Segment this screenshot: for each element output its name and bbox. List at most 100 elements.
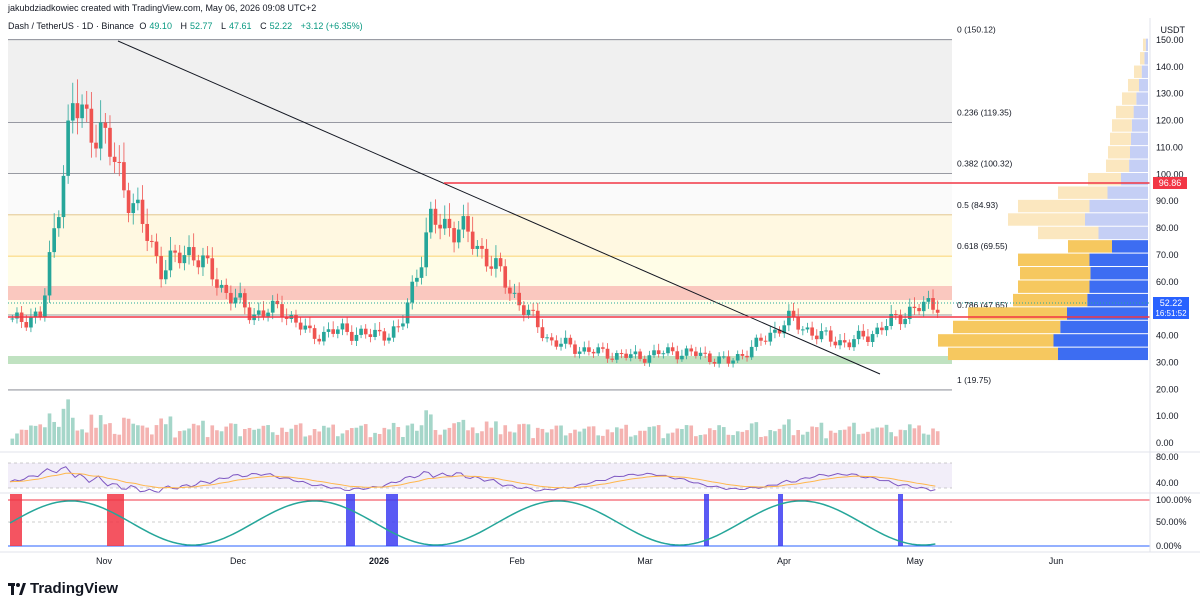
candle-body bbox=[522, 305, 526, 315]
volume-bar bbox=[33, 425, 38, 445]
candle-body bbox=[740, 354, 745, 356]
candle-body bbox=[131, 203, 136, 214]
vp-bar-yellow bbox=[1143, 38, 1146, 52]
candle-body bbox=[591, 351, 596, 354]
volume-bar bbox=[522, 423, 526, 445]
candle-body bbox=[336, 329, 340, 334]
candle-body bbox=[182, 255, 187, 264]
price-tick: 20.00 bbox=[1156, 384, 1179, 394]
volume-bar bbox=[796, 430, 800, 445]
volume-bar bbox=[368, 437, 373, 445]
volume-bar bbox=[391, 422, 396, 445]
volume-bar bbox=[642, 430, 647, 445]
volume-bar bbox=[680, 429, 684, 445]
price-axis[interactable]: 150.00140.00130.00120.00110.00100.0090.0… bbox=[1156, 35, 1184, 448]
candle-body bbox=[735, 354, 740, 361]
volume-bar bbox=[322, 425, 326, 445]
volume-bar bbox=[666, 433, 670, 445]
candle-body bbox=[768, 332, 773, 342]
volume-bar bbox=[429, 414, 433, 445]
volume-bar bbox=[675, 428, 680, 445]
volume-bar bbox=[89, 414, 94, 445]
candle-body bbox=[140, 199, 145, 224]
volume-bar bbox=[126, 418, 131, 445]
price-tick: 70.00 bbox=[1156, 250, 1179, 260]
time-axis[interactable]: Nov Dec 2026 Feb Mar Apr May Jun bbox=[96, 556, 1063, 566]
volume-bar bbox=[573, 429, 577, 445]
vp-bar-blue bbox=[1133, 105, 1148, 119]
vp-bar-blue bbox=[1107, 186, 1148, 199]
volume-bar bbox=[819, 422, 824, 445]
volume-bar bbox=[373, 432, 377, 445]
year-2026: 2026 bbox=[369, 556, 389, 566]
fib-band bbox=[8, 173, 952, 215]
vp-bar-yellow bbox=[953, 320, 1061, 334]
candle-body bbox=[638, 351, 642, 359]
volume-bar bbox=[252, 429, 256, 445]
stoch-pane bbox=[8, 494, 1150, 547]
candle-body bbox=[442, 218, 447, 229]
volume-bar bbox=[424, 410, 428, 445]
candle-body bbox=[191, 247, 196, 261]
candle-body bbox=[577, 351, 582, 354]
fib-label: 0.618 (69.55) bbox=[957, 241, 1008, 251]
volume-bar bbox=[745, 430, 749, 445]
stoch-signal-bar bbox=[704, 494, 709, 546]
volume-bar bbox=[382, 427, 387, 445]
volume-bar bbox=[326, 427, 331, 445]
support-zone bbox=[8, 356, 952, 364]
volume-bar bbox=[907, 424, 912, 445]
volume-bar bbox=[256, 428, 261, 445]
volume-bar bbox=[591, 426, 596, 445]
candle-body bbox=[84, 104, 89, 109]
vp-bar-blue bbox=[1131, 119, 1148, 132]
price-tick: 80.00 bbox=[1156, 223, 1179, 233]
volume-bar bbox=[140, 425, 145, 445]
volume-bar bbox=[619, 428, 624, 445]
candle-body bbox=[801, 329, 805, 331]
volume-bar bbox=[173, 437, 177, 445]
price-tick: 0.00 bbox=[1156, 438, 1174, 448]
volume-bar bbox=[740, 431, 745, 445]
candle-body bbox=[57, 217, 61, 229]
candle-body bbox=[656, 350, 661, 355]
volume-bar bbox=[298, 423, 303, 445]
candle-body bbox=[833, 341, 838, 346]
tradingview-logo[interactable]: TradingView bbox=[8, 580, 118, 597]
stoch-signal-bar bbox=[386, 494, 398, 546]
volume-bar bbox=[856, 434, 861, 445]
volume-bar bbox=[131, 423, 136, 445]
volume-bar bbox=[870, 428, 875, 445]
vp-bar-blue bbox=[1089, 199, 1148, 213]
price-chart[interactable]: 0 (150.12) 0.236 (119.35) 0.382 (100.32) 0.… bbox=[0, 0, 1200, 609]
volume-bar bbox=[526, 424, 531, 445]
candle-body bbox=[38, 311, 43, 317]
fib-label: 1 (19.75) bbox=[957, 375, 991, 385]
price-tick: 120.00 bbox=[1156, 116, 1184, 126]
volume-bar bbox=[219, 431, 224, 445]
candle-body bbox=[898, 314, 903, 325]
candle-body bbox=[838, 340, 842, 346]
volume-bar bbox=[80, 429, 84, 445]
candle-body bbox=[122, 162, 126, 191]
candle-body bbox=[484, 248, 489, 267]
candle-body bbox=[163, 270, 168, 280]
volume-bar bbox=[470, 427, 475, 445]
candle-body bbox=[391, 326, 396, 338]
candle-body bbox=[828, 330, 833, 342]
volume-bar bbox=[354, 427, 359, 445]
candle-body bbox=[694, 351, 698, 356]
candle-body bbox=[931, 298, 935, 310]
volume-bar bbox=[247, 427, 252, 445]
candle-body bbox=[587, 347, 591, 352]
volume-bar bbox=[24, 429, 29, 445]
volume-bar bbox=[661, 438, 666, 445]
volume-bar bbox=[842, 429, 847, 445]
volume-bar bbox=[122, 417, 126, 445]
volume-bar bbox=[531, 438, 535, 445]
volume-bar bbox=[233, 423, 238, 445]
volume-bar bbox=[336, 436, 340, 445]
candle-body bbox=[721, 356, 726, 358]
candle-body bbox=[298, 322, 303, 330]
candle-body bbox=[647, 355, 652, 363]
